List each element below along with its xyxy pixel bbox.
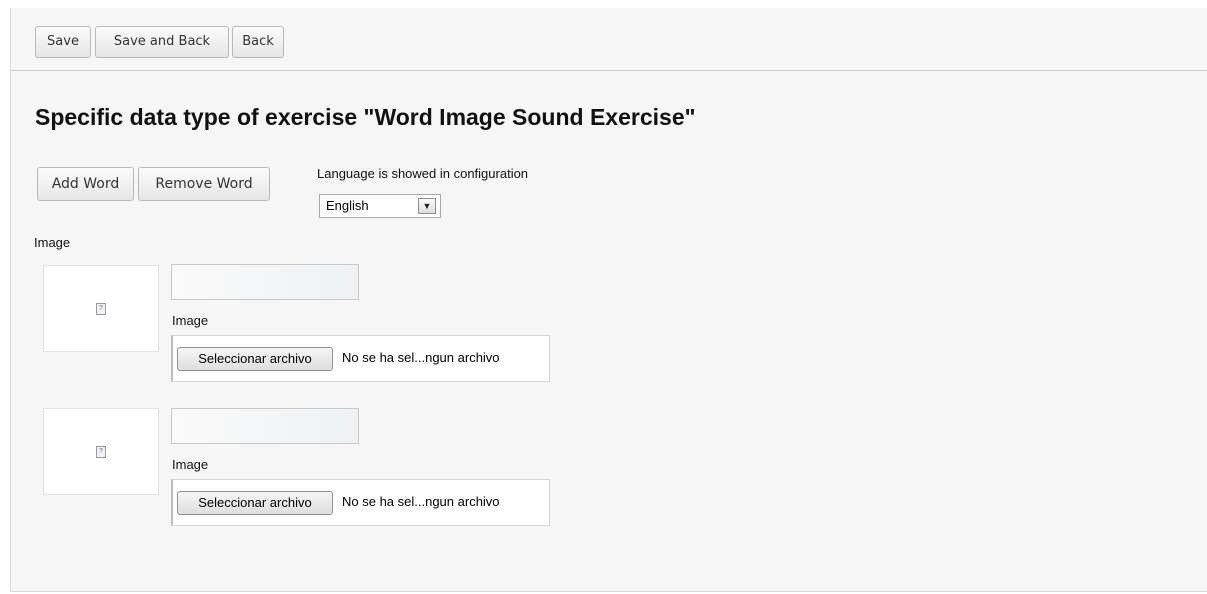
exercise-panel: Save Save and Back Back Specific data ty… [10,8,1207,592]
language-select[interactable]: English ▼ [319,194,441,218]
language-selected-value: English [326,198,369,213]
toolbar: Save Save and Back Back [11,8,1207,71]
save-button[interactable]: Save [35,26,91,58]
word-input[interactable] [171,408,359,444]
language-label: Language is showed in configuration [317,166,529,181]
image-file-picker: Seleccionar archivo No se ha sel...ngun … [171,479,550,526]
remove-word-button[interactable]: Remove Word [138,167,270,201]
page-title: Specific data type of exercise "Word Ima… [35,104,696,130]
save-and-back-button[interactable]: Save and Back [95,26,229,58]
broken-image-icon: ? [96,303,106,315]
word-input[interactable] [171,264,359,300]
back-button[interactable]: Back [232,26,284,58]
image-field-label: Image [172,457,209,472]
word-image-thumbnail: ? [43,408,159,495]
choose-file-button[interactable]: Seleccionar archivo [177,347,333,371]
word-image-thumbnail: ? [43,265,159,352]
add-word-button[interactable]: Add Word [37,167,134,201]
image-file-picker: Seleccionar archivo No se ha sel...ngun … [171,335,550,382]
file-status-text: No se ha sel...ngun archivo [342,494,500,509]
image-column-heading: Image [34,235,71,250]
image-field-label: Image [172,313,209,328]
broken-image-icon: ? [96,446,106,458]
file-status-text: No se ha sel...ngun archivo [342,350,500,365]
choose-file-button[interactable]: Seleccionar archivo [177,491,333,515]
dropdown-arrow-icon[interactable]: ▼ [418,198,436,214]
